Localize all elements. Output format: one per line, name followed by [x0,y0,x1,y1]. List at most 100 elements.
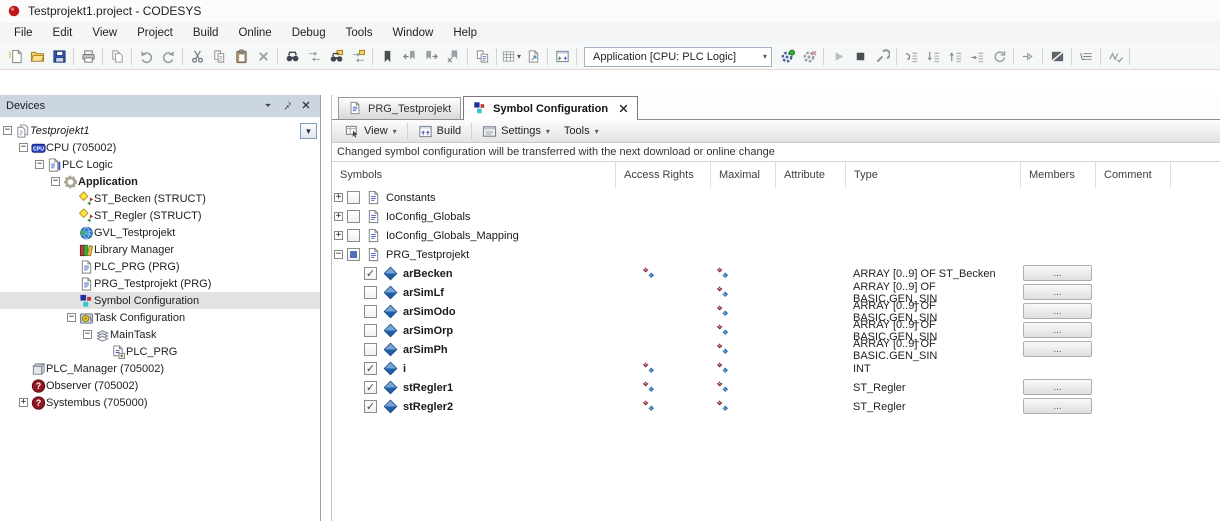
symbol-checkbox-checked[interactable] [364,400,377,413]
column-header-type[interactable]: Type [845,162,1020,188]
menu-item-build[interactable]: Build [183,24,229,42]
symbol-row-ioconfig-globals[interactable]: +IoConfig_Globals [332,207,1220,226]
symbol-row-arbecken[interactable]: arBeckenARRAY [0..9] OF ST_Becken... [332,264,1220,283]
symbol-checkbox-unchecked[interactable] [364,286,377,299]
tree-expander-plus[interactable]: + [19,398,28,407]
symbol-checkbox-unchecked[interactable] [364,324,377,337]
members-button[interactable]: ... [1023,303,1092,319]
tab-symbol-configuration[interactable]: Symbol Configuration [463,96,638,120]
symbol-checkbox-unchecked[interactable] [364,305,377,318]
tree-item-observer-705002[interactable]: ?Observer (705002) [0,377,320,394]
toolbar-button-reset[interactable] [988,46,1010,67]
tree-expander-minus[interactable]: − [51,177,60,186]
symbol-row-arsimorp[interactable]: arSimOrpARRAY [0..9] OF BASIC.GEN_SIN... [332,321,1220,340]
toolbar-button-logout[interactable] [798,46,820,67]
symbol-checkbox-unchecked[interactable] [364,343,377,356]
toolbar-button-undo[interactable] [135,46,157,67]
column-header-members[interactable]: Members [1020,162,1095,188]
toolbar-button-export[interactable] [522,46,544,67]
members-button[interactable]: ... [1023,341,1092,357]
toolbar-button-bookmark-toggle[interactable] [376,46,398,67]
menu-item-debug[interactable]: Debug [282,24,336,42]
toolbar-button-bookmark-prev[interactable] [398,46,420,67]
tree-expander-minus[interactable]: − [3,126,12,135]
symbol-row-arsimlf[interactable]: arSimLfARRAY [0..9] OF BASIC.GEN_SIN... [332,283,1220,302]
toolbar-button-copy-all[interactable] [471,46,493,67]
tree-expander-minus[interactable]: − [67,313,76,322]
editor-toolbar-button-tools[interactable]: Tools▾ [557,122,606,140]
editor-toolbar-button-build[interactable]: Build [411,121,468,142]
close-tab-button[interactable] [619,104,628,113]
tree-item-st-becken-struct[interactable]: ST_Becken (STRUCT) [0,190,320,207]
toolbar-button-copy[interactable] [208,46,230,67]
symbol-row-stregler1[interactable]: stRegler1ST_Regler... [332,378,1220,397]
row-expander-minus[interactable]: − [334,250,343,259]
tree-item-st-regler-struct[interactable]: ST_Regler (STRUCT) [0,207,320,224]
tree-item-maintask[interactable]: −MainTask [0,326,320,343]
symbol-row-arsimodo[interactable]: arSimOdoARRAY [0..9] OF BASIC.GEN_SIN... [332,302,1220,321]
toolbar-button-run-to-cursor[interactable] [1017,46,1039,67]
tree-expander-minus[interactable]: − [19,143,28,152]
editor-toolbar-button-settings[interactable]: Settings▾ [475,121,557,142]
toolbar-button-replace-objects[interactable] [347,46,369,67]
pin-panel-button[interactable] [280,98,297,114]
toolbar-button-force-values[interactable] [1104,46,1126,67]
row-expander-plus[interactable]: + [334,212,343,221]
tree-item-gvl-testprojekt[interactable]: GVL_Testprojekt [0,224,320,241]
toolbar-button-step-out[interactable] [944,46,966,67]
toolbar-button-stop[interactable] [849,46,871,67]
tree-item-plc-logic[interactable]: −PLC Logic [0,156,320,173]
panel-menu-button[interactable] [261,98,278,114]
symbol-checkbox-partial[interactable] [347,248,360,261]
toolbar-button-symbol-update[interactable] [551,46,573,67]
toolbar-button-find[interactable] [281,46,303,67]
menu-item-view[interactable]: View [82,24,127,42]
toolbar-button-save-file[interactable] [48,46,70,67]
symbol-checkbox-checked[interactable] [364,381,377,394]
symbol-checkbox-unchecked[interactable] [347,191,360,204]
toolbar-button-display-mode[interactable] [1046,46,1068,67]
column-header-access-rights[interactable]: Access Rights [615,162,710,188]
root-device-combo-button[interactable]: ▼ [300,123,317,139]
toolbar-button-login[interactable] [776,46,798,67]
tree-item-library-manager[interactable]: Library Manager [0,241,320,258]
members-button[interactable]: ... [1023,322,1092,338]
toolbar-button-redo[interactable] [157,46,179,67]
symbol-row-arsimph[interactable]: arSimPhARRAY [0..9] OF BASIC.GEN_SIN... [332,340,1220,359]
toolbar-button-copy-pages[interactable] [106,46,128,67]
editor-toolbar-button-view[interactable]: View▾ [338,121,404,142]
menu-item-online[interactable]: Online [228,24,281,42]
toolbar-button-build-dropdown[interactable]: ▾ [500,46,522,67]
row-expander-plus[interactable]: + [334,193,343,202]
tree-item-testprojekt1[interactable]: −Testprojekt1 [0,122,320,139]
column-header-attribute[interactable]: Attribute [775,162,845,188]
symbol-row-ioconfig-globals-mapping[interactable]: +IoConfig_Globals_Mapping [332,226,1220,245]
toolbar-button-start[interactable] [827,46,849,67]
menu-item-edit[interactable]: Edit [43,24,83,42]
tree-item-application[interactable]: −Application [0,173,320,190]
tree-item-systembus-705000[interactable]: +?Systembus (705000) [0,394,320,411]
active-application-selector[interactable]: Application [CPU: PLC Logic]▾ [584,47,772,67]
symbol-checkbox-unchecked[interactable] [347,229,360,242]
toolbar-button-find-objects[interactable] [325,46,347,67]
symbol-checkbox-unchecked[interactable] [347,210,360,223]
tree-item-cpu-705002[interactable]: −CPUCPU (705002) [0,139,320,156]
tree-item-symbol-configuration[interactable]: Symbol Configuration [0,292,320,309]
toolbar-button-bookmark-clear[interactable] [442,46,464,67]
symbol-row-stregler2[interactable]: stRegler2ST_Regler... [332,397,1220,416]
menu-item-help[interactable]: Help [443,24,487,42]
tree-item-task-configuration[interactable]: −Task Configuration [0,309,320,326]
tree-expander-minus[interactable]: − [35,160,44,169]
close-panel-button[interactable] [299,98,316,114]
toolbar-button-step-over[interactable] [900,46,922,67]
column-header-comment[interactable]: Comment [1095,162,1170,188]
menu-item-tools[interactable]: Tools [336,24,383,42]
members-button[interactable]: ... [1023,379,1092,395]
toolbar-button-print[interactable] [77,46,99,67]
toolbar-button-new-file[interactable] [4,46,26,67]
tree-item-prg-testprojekt-prg[interactable]: PRG_Testprojekt (PRG) [0,275,320,292]
menu-item-file[interactable]: File [4,24,43,42]
symbol-row-prg-testprojekt[interactable]: −PRG_Testprojekt [332,245,1220,264]
tab-prg-testprojekt[interactable]: PRG_Testprojekt [338,97,461,119]
symbol-checkbox-checked[interactable] [364,362,377,375]
